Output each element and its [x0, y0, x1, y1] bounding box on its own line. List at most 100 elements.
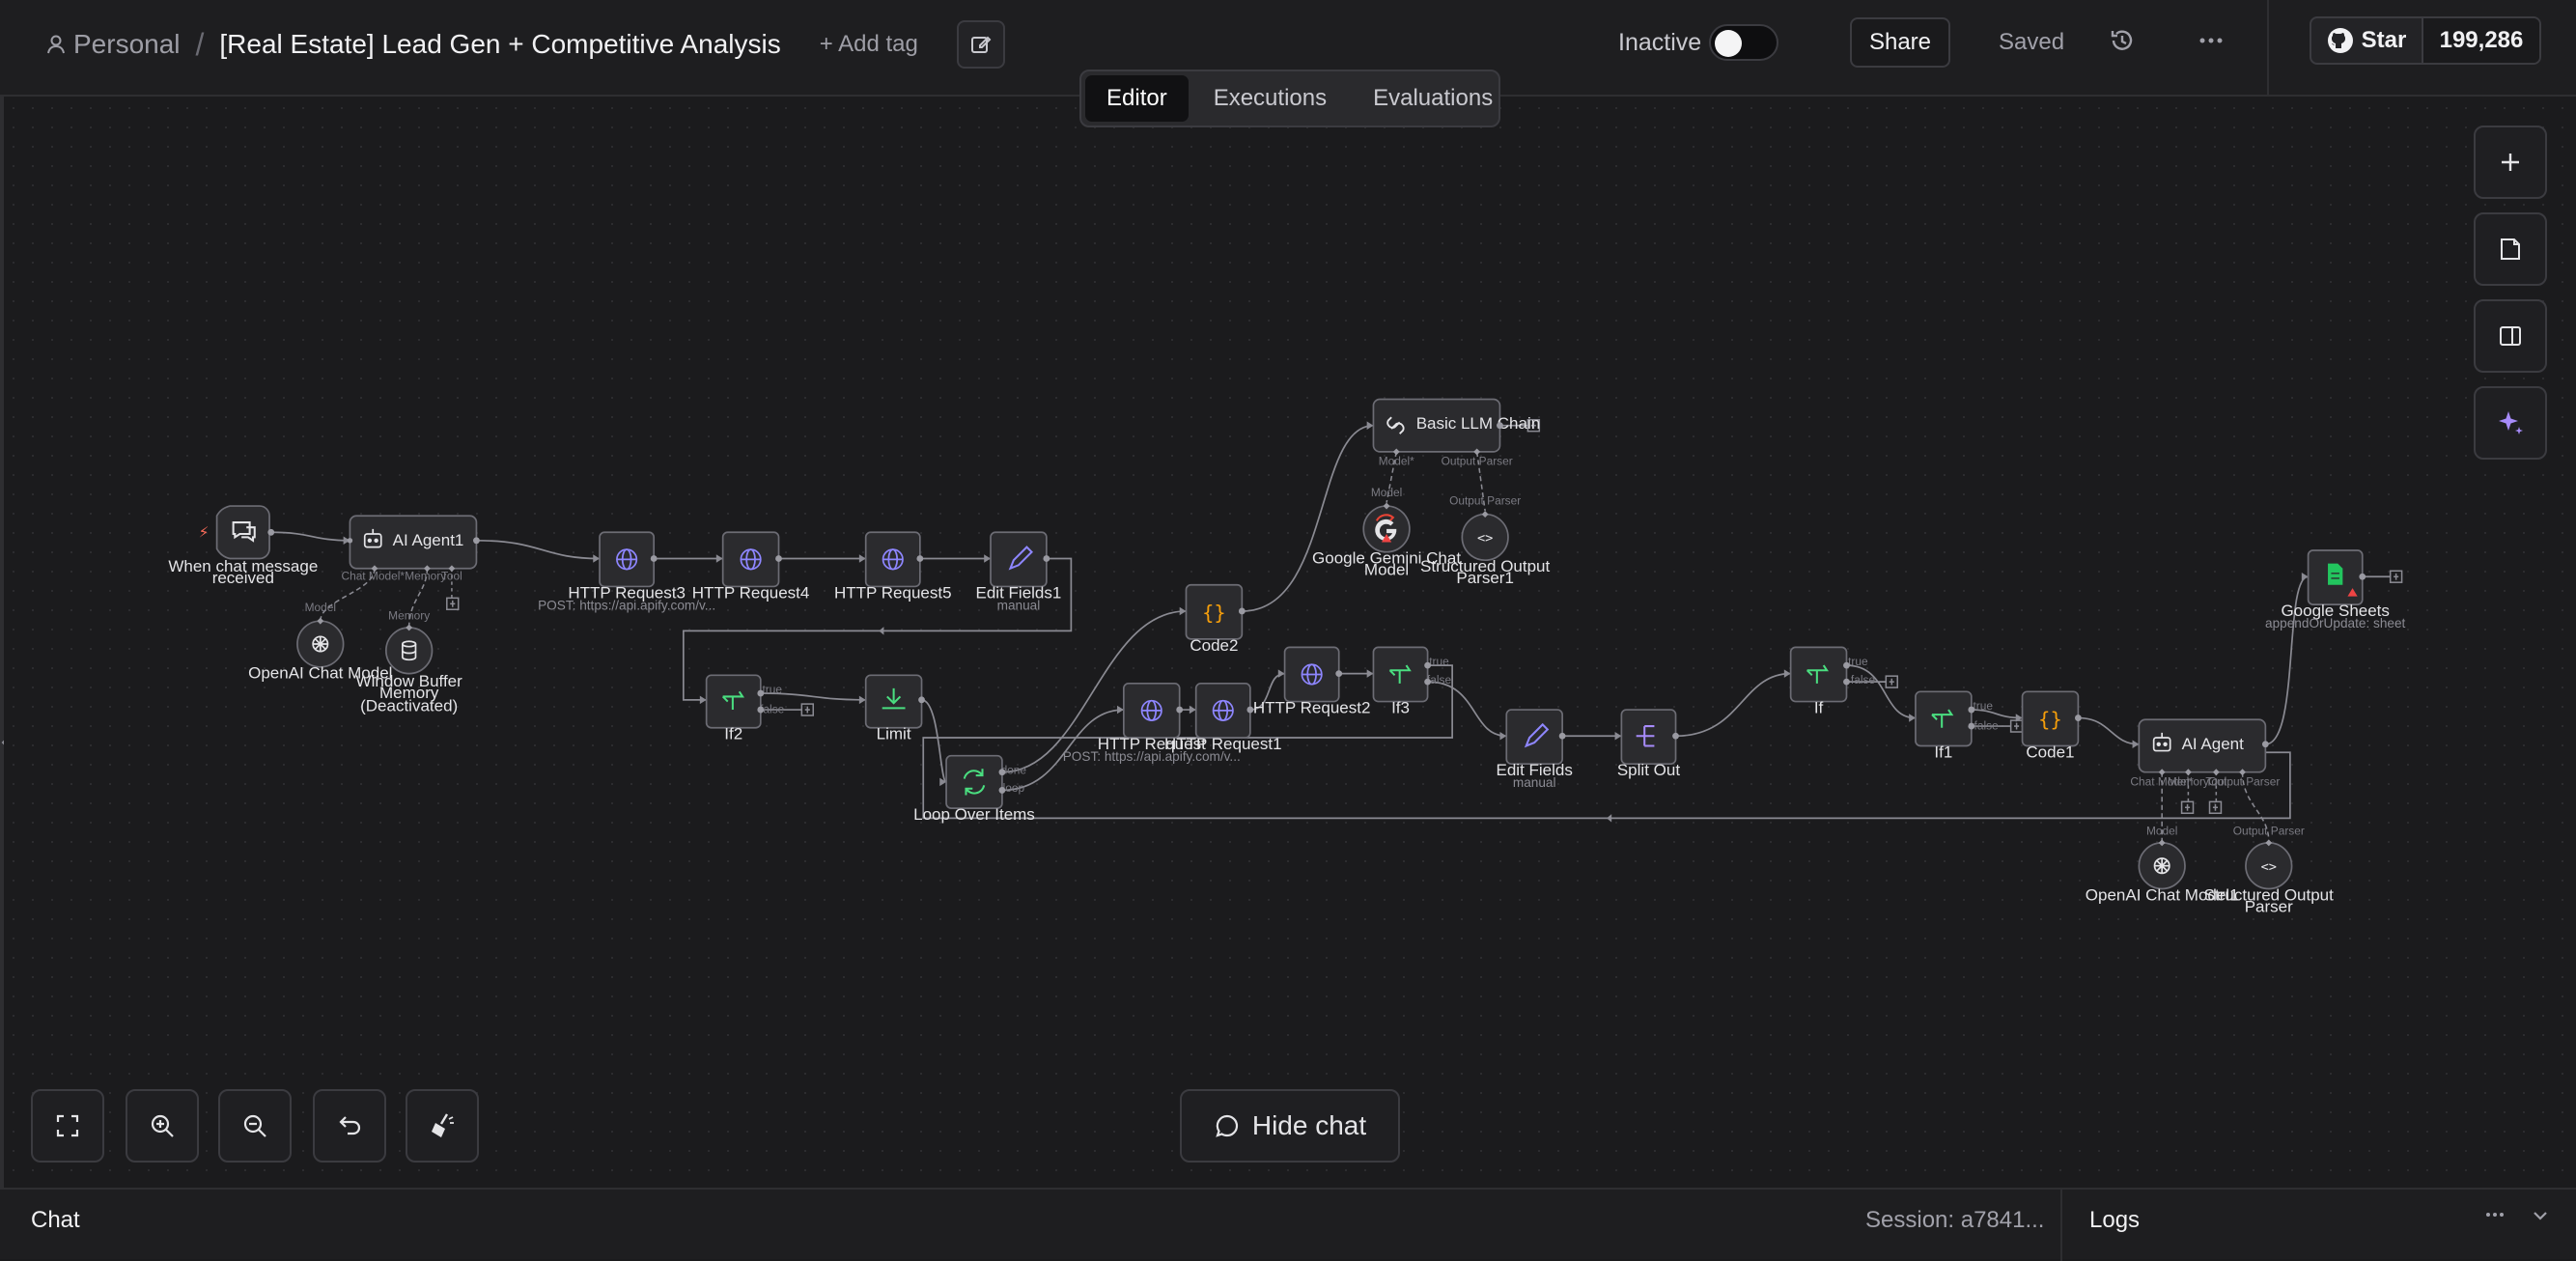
node-basic-llm-chain[interactable]: Basic LLM Chain Model* Output Parser	[1372, 398, 1541, 468]
node-http-request1[interactable]: HTTP Request1	[1164, 682, 1282, 753]
logs-panel-title[interactable]: Logs	[2089, 1207, 2140, 1234]
history-button[interactable]	[2107, 25, 2138, 61]
port-label: Output Parser	[1449, 493, 1521, 507]
workflow-title[interactable]: [Real Estate] Lead Gen + Competitive Ana…	[219, 29, 780, 60]
breadcrumb-project[interactable]: Personal	[46, 29, 181, 60]
tab-evaluations[interactable]: Evaluations	[1352, 75, 1514, 122]
node-openai-chat-model[interactable]: Model OpenAI Chat Model	[248, 601, 392, 683]
hide-chat-button[interactable]: Hide chat	[1180, 1089, 1400, 1163]
github-star-button[interactable]: Star	[2311, 18, 2423, 63]
node-structured-output-parser1[interactable]: <> Output Parser Structured Output Parse…	[1420, 493, 1550, 587]
add-node-stub-agent1-tool[interactable]	[446, 597, 460, 611]
node-label-line2: Parser1	[1456, 569, 1514, 587]
logs-more-button[interactable]	[2483, 1203, 2506, 1233]
node-if3[interactable]: true false If3	[1372, 646, 1451, 716]
arrowheads	[343, 421, 2309, 823]
breadcrumb-separator: /	[195, 26, 205, 62]
header-divider	[2267, 0, 2269, 97]
tidy-up-button[interactable]	[406, 1089, 479, 1163]
github-star-count: 199,286	[2423, 18, 2539, 63]
tab-executions[interactable]: Executions	[1192, 75, 1348, 122]
add-node-stub-if1-false[interactable]	[2009, 719, 2024, 733]
node-label: Code1	[2026, 743, 2074, 761]
node-label: HTTP Request5	[834, 583, 952, 602]
branch-label: false	[1851, 673, 1876, 687]
node-http-request4[interactable]: HTTP Request4	[692, 531, 810, 602]
node-limit[interactable]: Limit	[864, 674, 923, 743]
node-code1[interactable]: {} Code1	[2021, 690, 2080, 761]
port-label: Memory	[388, 608, 430, 622]
sheets-icon	[2328, 563, 2343, 585]
github-star-widget[interactable]: Star 199,286	[2310, 16, 2541, 65]
share-button[interactable]: Share	[1850, 17, 1950, 68]
braces-icon: <>	[1477, 530, 1493, 546]
active-toggle[interactable]	[1709, 24, 1778, 61]
hide-chat-label: Hide chat	[1251, 1110, 1367, 1140]
node-loop-over-items[interactable]: done loop Loop Over Items	[913, 754, 1035, 824]
node-when-chat-message-received[interactable]: ⚡ When chat message received	[168, 505, 318, 587]
port-label: Chat Model*	[341, 570, 405, 583]
node-if1[interactable]: true false If1	[1915, 690, 1999, 761]
node-code2[interactable]: {} Code2	[1185, 583, 1244, 655]
node-label-line2: Parser	[2245, 897, 2293, 915]
openai-icon	[312, 635, 329, 653]
breadcrumb-project-label: Personal	[73, 29, 181, 59]
add-node-stub-sheets[interactable]	[2389, 570, 2403, 583]
node-label-line3: (Deactivated)	[360, 697, 458, 715]
node-ai-agent1[interactable]: AI Agent1 Chat Model* Memory Tool	[341, 515, 478, 583]
edit-description-button[interactable]	[956, 20, 1005, 69]
ai-assistant-button[interactable]	[2474, 386, 2547, 460]
node-split-out[interactable]: Split Out	[1617, 709, 1680, 779]
session-id[interactable]: Session: a7841...	[1865, 1207, 2044, 1234]
node-edit-fields[interactable]: Edit Fields manual	[1497, 709, 1573, 790]
chat-panel-title[interactable]: Chat	[31, 1207, 80, 1234]
tab-editor[interactable]: Editor	[1085, 75, 1189, 122]
port-label: Memory	[405, 570, 446, 583]
node-if[interactable]: true false If	[1789, 646, 1876, 716]
note-edit-icon	[970, 36, 992, 53]
panel-divider	[2060, 1190, 2062, 1261]
add-node-stub-agent-memory[interactable]	[2180, 800, 2195, 815]
zoom-out-button[interactable]	[218, 1089, 292, 1163]
add-node-stub-if-false[interactable]	[1885, 675, 1898, 688]
node-label: Basic LLM Chain	[1416, 414, 1541, 433]
node-label: If3	[1391, 698, 1410, 716]
workflow-canvas[interactable]: ⚡ When chat message received AI Agent1 C…	[4, 98, 2576, 1188]
more-options-button[interactable]	[2198, 25, 2225, 63]
add-stubs	[446, 418, 2403, 815]
conn-code2-llmchain	[1242, 424, 1374, 612]
add-sticky-note-button[interactable]	[2474, 212, 2547, 286]
reset-zoom-button[interactable]	[313, 1089, 386, 1163]
node-edit-fields1[interactable]: Edit Fields1 manual	[976, 531, 1062, 612]
add-node-button[interactable]	[2474, 126, 2547, 199]
node-subtitle: appendOrUpdate: sheet	[2265, 616, 2405, 630]
zoom-in-button[interactable]	[126, 1089, 199, 1163]
breadcrumb: Personal / [Real Estate] Lead Gen + Comp…	[46, 20, 1005, 69]
sparkle-icon	[2499, 411, 2523, 434]
port-label: Output Parser	[2208, 774, 2280, 788]
node-subtitle: POST: https://api.apify.com/v...	[538, 598, 715, 612]
add-node-stub-agent-tool[interactable]	[2208, 800, 2223, 815]
zoom-out-icon	[243, 1114, 266, 1137]
node-label: Limit	[877, 725, 911, 743]
node-label-line2: Model	[1364, 561, 1409, 579]
collapse-panel-button[interactable]	[2530, 1205, 2551, 1231]
toggle-panel-button[interactable]	[2474, 299, 2547, 373]
node-http-request3[interactable]: HTTP Request3 POST: https://api.apify.co…	[538, 531, 715, 612]
github-icon	[2327, 28, 2353, 53]
node-ai-agent[interactable]: AI Agent Chat Model* Memory Tool Output …	[2130, 718, 2280, 788]
node-http-request5[interactable]: HTTP Request5	[834, 531, 952, 602]
node-structured-output-parser[interactable]: <> Output Parser Structured Output Parse…	[2204, 824, 2334, 915]
conn-code1-agent	[2078, 716, 2140, 745]
active-status-label: Inactive	[1618, 29, 1702, 56]
fit-view-button[interactable]	[31, 1089, 104, 1163]
ellipsis-icon	[2486, 1213, 2504, 1217]
node-google-sheets[interactable]: Google Sheets appendOrUpdate: sheet	[2265, 549, 2406, 630]
code-icon: {}	[2038, 708, 2062, 731]
node-http-request2[interactable]: HTTP Request2	[1253, 646, 1371, 716]
add-node-stub-if2-false[interactable]	[800, 703, 815, 716]
node-label: HTTP Request4	[692, 583, 810, 602]
node-if2[interactable]: true false If2	[705, 674, 785, 743]
add-tag-button[interactable]: + Add tag	[820, 31, 918, 58]
zoom-in-icon	[151, 1114, 174, 1137]
